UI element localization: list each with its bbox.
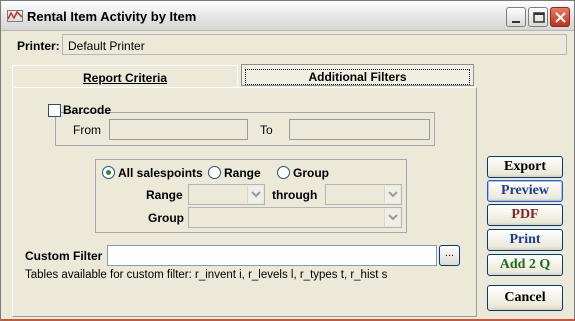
chevron-down-icon (251, 191, 261, 198)
title-bar[interactable]: Rental Item Activity by Item (1, 1, 574, 31)
custom-filter-tables-note: Tables available for custom filter: r_in… (25, 269, 388, 281)
custom-filter-label: Custom Filter (25, 249, 103, 263)
printer-field[interactable]: Default Printer (62, 34, 567, 55)
add-to-queue-button[interactable]: Add 2 Q (487, 254, 563, 276)
tab-additional-filters-label: Additional Filters (245, 69, 470, 85)
group-radio-label[interactable]: Group (293, 166, 329, 180)
tab-report-criteria[interactable]: Report Criteria (12, 65, 238, 87)
report-window: Rental Item Activity by Item Printer: De… (0, 0, 575, 321)
barcode-legend: Barcode (45, 102, 111, 118)
to-label: To (260, 123, 273, 137)
through-label: through (272, 188, 318, 202)
chevron-down-icon (388, 214, 398, 221)
range-through-select[interactable] (325, 184, 402, 205)
tab-additional-filters[interactable]: Additional Filters (241, 64, 474, 86)
range-from-dropdown[interactable] (247, 186, 263, 203)
range-label: Range (146, 188, 183, 202)
app-icon (7, 10, 23, 22)
group-radio[interactable] (277, 166, 290, 179)
group-label: Group (148, 211, 184, 225)
range-radio-label[interactable]: Range (224, 166, 261, 180)
custom-filter-input[interactable] (107, 245, 437, 266)
range-from-select[interactable] (188, 184, 265, 205)
maximize-button[interactable] (528, 7, 548, 27)
print-button[interactable]: Print (487, 229, 563, 251)
barcode-from-input[interactable] (109, 119, 248, 140)
preview-button[interactable]: Preview (487, 180, 563, 202)
range-through-dropdown[interactable] (384, 186, 400, 203)
group-select[interactable] (188, 207, 402, 228)
all-salespoints-label[interactable]: All salespoints (118, 166, 203, 180)
minimize-button[interactable] (506, 7, 526, 27)
barcode-to-input[interactable] (289, 119, 430, 140)
range-radio[interactable] (208, 166, 221, 179)
pdf-button[interactable]: PDF (487, 204, 563, 226)
chevron-down-icon (388, 191, 398, 198)
custom-filter-browse-button[interactable]: ... (439, 245, 460, 266)
close-button[interactable] (550, 7, 570, 27)
tab-report-criteria-label: Report Criteria (82, 71, 168, 85)
printer-label: Printer: (17, 39, 60, 53)
barcode-label: Barcode (63, 103, 112, 117)
cancel-button[interactable]: Cancel (487, 285, 563, 311)
minimize-icon (512, 21, 520, 23)
barcode-checkbox[interactable] (48, 104, 61, 117)
window-title: Rental Item Activity by Item (27, 9, 197, 24)
printer-row: Printer: Default Printer (7, 34, 571, 57)
close-icon (555, 12, 566, 23)
maximize-icon (533, 12, 545, 23)
all-salespoints-radio[interactable] (102, 166, 115, 179)
group-dropdown[interactable] (384, 209, 400, 226)
from-label: From (73, 123, 101, 137)
export-button[interactable]: Export (487, 156, 563, 178)
